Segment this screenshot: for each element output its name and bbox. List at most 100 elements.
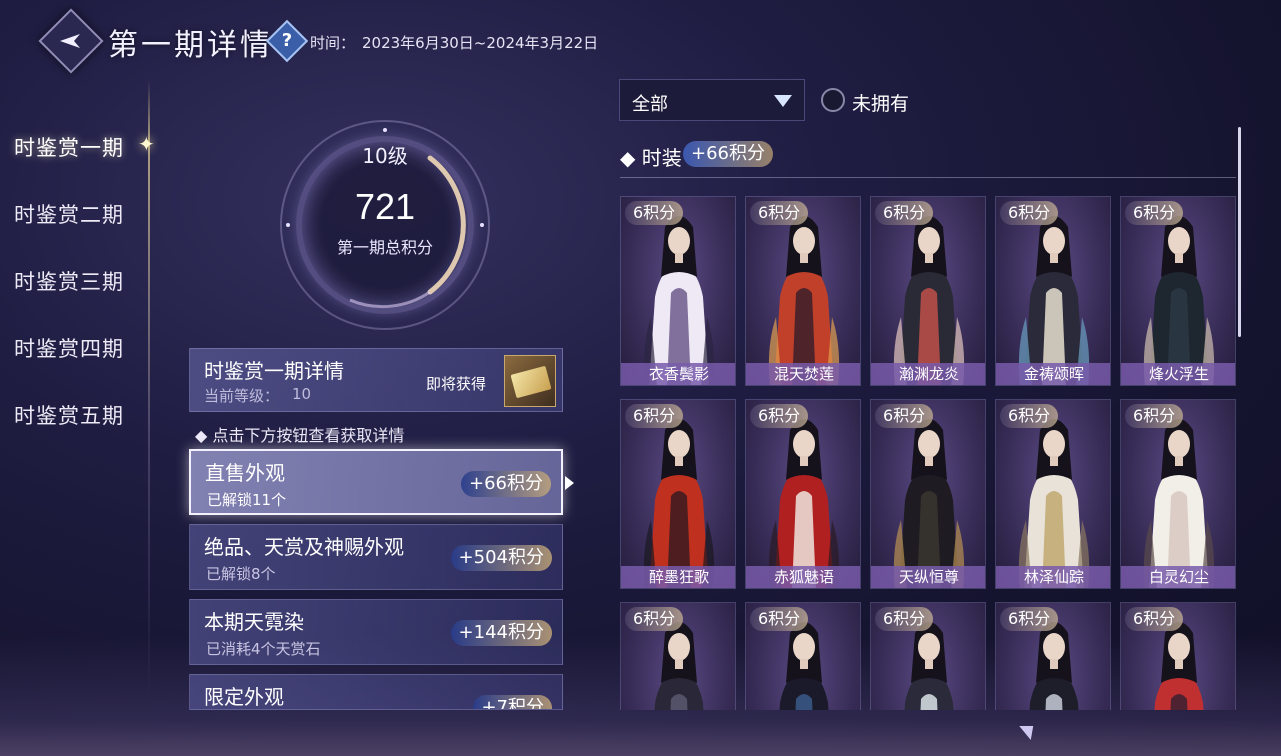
category-title: 限定外观 — [204, 685, 284, 709]
outfit-points-badge: 6积分 — [1000, 607, 1059, 631]
outfit-name: 赤狐魅语 — [746, 566, 860, 588]
unowned-label[interactable]: 未拥有 — [852, 89, 909, 116]
outfit-figure-icon — [768, 419, 840, 588]
outfit-figure-icon — [1143, 216, 1215, 385]
outfit-figure-icon — [643, 419, 715, 588]
category-points-badge: +66积分 — [461, 471, 551, 497]
outfit-card[interactable]: 6积分 — [620, 602, 736, 710]
nav-item-period-1[interactable]: 时鉴赏一期 — [14, 132, 124, 162]
outfit-name: 林泽仙踪 — [996, 566, 1110, 588]
hint-text: ◆ 点击下方按钮查看获取详情 — [195, 426, 405, 445]
nav-divider — [148, 80, 150, 700]
outfit-points-badge: 6积分 — [625, 201, 684, 225]
outfit-points-badge: 6积分 — [1125, 607, 1184, 631]
outfit-figure-icon — [1018, 419, 1090, 588]
outfit-figure-icon — [643, 216, 715, 385]
score-caption: 第一期总积分 — [336, 238, 433, 257]
outfit-points-badge: 6积分 — [1000, 404, 1059, 428]
nav-item-period-3[interactable]: 时鉴赏三期 — [14, 266, 124, 296]
outfit-card[interactable]: 6积分烽火浮生 — [1120, 196, 1236, 386]
time-label: 时间： — [310, 34, 356, 52]
category-direct-sale[interactable]: 直售外观 已解锁11个 +66积分 — [189, 449, 563, 515]
outfit-name: 白灵幻尘 — [1121, 566, 1235, 588]
outfit-points-badge: 6积分 — [750, 404, 809, 428]
outfit-card[interactable]: 6积分混天焚莲 — [745, 196, 861, 386]
outfit-points-badge: 6积分 — [750, 201, 809, 225]
outfit-card[interactable]: 6积分瀚渊龙炎 — [870, 196, 986, 386]
category-premium[interactable]: 绝品、天赏及神赐外观 已解锁8个 +504积分 — [189, 524, 563, 590]
nav-item-period-4[interactable]: 时鉴赏四期 — [14, 333, 124, 363]
outfit-card[interactable]: 6积分林泽仙踪 — [995, 399, 1111, 589]
category-title: 本期天霓染 — [204, 610, 304, 634]
nav-item-period-5[interactable]: 时鉴赏五期 — [14, 400, 124, 430]
outfit-name: 衣香鬓影 — [621, 363, 735, 385]
period-detail-panel[interactable]: 时鉴赏一期详情 当前等级： 10 即将获得 — [189, 348, 563, 412]
outfit-card[interactable]: 6积分金祷颂晖 — [995, 196, 1111, 386]
outfit-points-badge: 6积分 — [625, 607, 684, 631]
outfit-card[interactable]: 6积分醉墨狂歌 — [620, 399, 736, 589]
outfit-points-badge: 6积分 — [750, 607, 809, 631]
outfit-name: 混天焚莲 — [746, 363, 860, 385]
unowned-radio[interactable] — [821, 88, 845, 112]
total-score: 721 — [354, 186, 416, 227]
outfit-grid: 6积分 衣香鬓影 6积分 混天焚莲 6积分 瀚渊龙炎 6积分 金祷颂晖 6积分 烽火浮生 6积分 醉墨… — [620, 196, 1240, 710]
outfit-card[interactable]: 6积分赤狐魅语 — [745, 399, 861, 589]
section-title: ◆ 时装 — [620, 146, 682, 170]
active-star-icon: ✦ — [138, 132, 155, 156]
reward-item-icon[interactable] — [504, 355, 556, 407]
category-dye[interactable]: 本期天霓染 已消耗4个天赏石 +144积分 — [189, 599, 563, 665]
outfit-points-badge: 6积分 — [875, 201, 934, 225]
category-points-badge: +7积分 — [473, 695, 552, 709]
outfit-figure-icon — [893, 419, 965, 588]
question-icon: ? — [281, 30, 293, 51]
category-title: 绝品、天赏及神赐外观 — [204, 535, 404, 559]
outfit-card[interactable]: 6积分 — [870, 602, 986, 710]
back-button[interactable] — [38, 8, 104, 74]
outfit-figure-icon — [893, 216, 965, 385]
outfit-card[interactable]: 6积分天纵恒尊 — [870, 399, 986, 589]
category-subtitle: 已解锁11个 — [207, 491, 287, 509]
filter-selected-value: 全部 — [632, 94, 668, 115]
outfit-name: 天纵恒尊 — [871, 566, 985, 588]
category-points-badge: +144积分 — [450, 620, 552, 646]
back-arrow-icon — [60, 34, 80, 48]
current-level-label: 当前等级： — [204, 387, 280, 405]
category-points-badge: +504积分 — [450, 545, 552, 571]
outfit-figure-icon — [1143, 419, 1215, 588]
corner-decoration-icon — [1016, 726, 1034, 740]
active-indicator-arrow-icon — [565, 476, 574, 490]
outfit-name: 瀚渊龙炎 — [871, 363, 985, 385]
header: 第一期详情 ? 时间： 2023年6月30日~2024年3月22日 — [0, 0, 1281, 80]
section-divider — [620, 177, 1236, 178]
nav-item-period-2[interactable]: 时鉴赏二期 — [14, 199, 124, 229]
category-limited[interactable]: 限定外观 +7积分 — [189, 674, 563, 710]
category-title: 直售外观 — [205, 461, 285, 485]
outfit-figure-icon — [1018, 216, 1090, 385]
category-subtitle: 已消耗4个天赏石 — [206, 640, 321, 658]
outfit-name: 烽火浮生 — [1121, 363, 1235, 385]
outfit-figure-icon — [768, 216, 840, 385]
outfit-points-badge: 6积分 — [1000, 201, 1059, 225]
outfit-name: 金祷颂晖 — [996, 363, 1110, 385]
outfit-card[interactable]: 6积分 — [995, 602, 1111, 710]
outfit-card[interactable]: 6积分 — [745, 602, 861, 710]
score-ring: 10级 721 第一期总积分 — [280, 120, 490, 330]
outfit-card[interactable]: 6积分衣香鬓影 — [620, 196, 736, 386]
filter-dropdown[interactable]: 全部 — [619, 79, 805, 121]
outfit-card[interactable]: 6积分 — [1120, 602, 1236, 710]
page-title: 第一期详情 — [108, 28, 273, 63]
outfit-points-badge: 6积分 — [875, 404, 934, 428]
outfit-points-badge: 6积分 — [1125, 404, 1184, 428]
chevron-down-icon — [774, 95, 792, 107]
outfit-points-badge: 6积分 — [1125, 201, 1184, 225]
outfit-card[interactable]: 6积分白灵幻尘 — [1120, 399, 1236, 589]
upcoming-reward-label: 即将获得 — [426, 375, 487, 393]
section-points-badge: +66积分 — [683, 141, 773, 167]
time-value: 2023年6月30日~2024年3月22日 — [362, 34, 599, 52]
current-level-value: 10 — [292, 385, 312, 403]
outfit-points-badge: 6积分 — [625, 404, 684, 428]
category-subtitle: 已解锁8个 — [206, 565, 276, 583]
detail-title: 时鉴赏一期详情 — [204, 359, 344, 383]
outfit-name: 醉墨狂歌 — [621, 566, 735, 588]
outfit-points-badge: 6积分 — [875, 607, 934, 631]
